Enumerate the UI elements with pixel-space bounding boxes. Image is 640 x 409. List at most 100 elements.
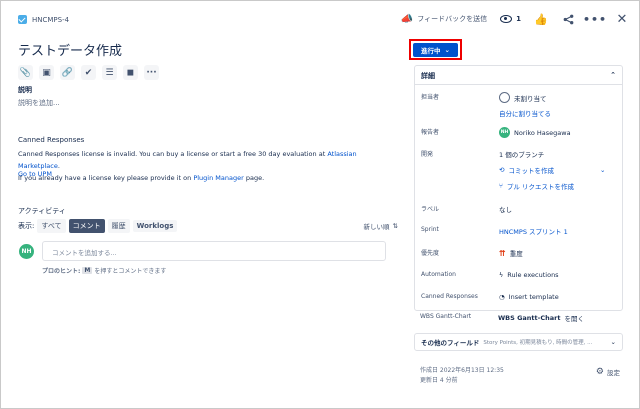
description-field[interactable]: 説明を追加...	[18, 98, 60, 108]
other-fields-label: その他のフィールド	[421, 339, 480, 347]
priority-row: 優先度 ⇈ 重度	[421, 248, 618, 259]
priority-high-icon: ⇈	[499, 248, 506, 258]
status-button[interactable]: 進行中 ⌄	[413, 43, 458, 57]
automation-text: Rule executions	[507, 271, 559, 279]
chevron-down-icon: ⌄	[444, 46, 450, 54]
pull-request-icon: ⑂	[499, 182, 503, 190]
attachment-icon[interactable]: 📎	[18, 65, 33, 80]
labels-label: ラベル	[421, 206, 440, 213]
chevron-down-icon[interactable]: ⌄	[600, 166, 605, 174]
feedback-label: フィードバックを送信	[417, 15, 488, 23]
thumbs-up-icon[interactable]: 👍	[534, 12, 548, 26]
more-options-icon[interactable]: •••	[583, 12, 606, 26]
goto-upm-link[interactable]: Go to UPM	[18, 170, 52, 178]
insert-template-text: Insert template	[508, 293, 559, 301]
lightning-icon: ϟ	[499, 271, 504, 279]
details-header[interactable]: 詳細 ⌃	[415, 66, 622, 85]
create-pr-text: プル リクエストを作成	[506, 183, 574, 191]
priority-label: 優先度	[421, 250, 440, 257]
settings-button[interactable]: ⚙ 設定	[596, 367, 620, 377]
reporter-text: Noriko Hasegawa	[514, 128, 571, 137]
canned-text-1-end: .	[57, 162, 60, 170]
sprint-row: Sprint HNCMPS スプリント 1	[421, 226, 618, 236]
plugin-manager-link[interactable]: Plugin Manager	[193, 174, 243, 182]
wbs-value-action: を開く	[564, 315, 584, 323]
assignee-value[interactable]: 未割り当て	[499, 92, 551, 103]
activity-heading: アクティビティ	[18, 207, 66, 215]
labels-value[interactable]: なし	[499, 204, 512, 214]
link-icon[interactable]: 🔗	[60, 65, 75, 80]
task-type-icon	[18, 15, 27, 24]
watch-count: 1	[516, 15, 521, 23]
filter-all[interactable]: すべて	[37, 219, 66, 233]
sprint-value[interactable]: HNCMPS スプリント 1	[499, 226, 568, 236]
settings-label: 設定	[607, 369, 620, 377]
close-icon[interactable]: ✕	[615, 12, 629, 27]
gantt-icon[interactable]: ☰	[102, 65, 117, 80]
child-issue-icon[interactable]: ▣	[39, 65, 54, 80]
development-row: 開発 1 個のブランチ ⟲ コミットを作成 ⌄ ⑂ プル リクエストを作成	[421, 149, 618, 191]
canned-license-message: Canned Responses license is invalid. You…	[18, 148, 398, 184]
watch-button[interactable]: 1	[500, 15, 521, 23]
create-commit-link[interactable]: ⟲ コミットを作成 ⌄	[499, 165, 605, 175]
status-label: 進行中	[421, 47, 441, 55]
share-icon[interactable]	[561, 12, 575, 26]
canned-label: Canned Responses	[421, 293, 478, 300]
create-commit-text: コミットを作成	[508, 167, 554, 175]
avatar: NH	[499, 127, 510, 138]
reporter-row: 報告者 NH Noriko Hasegawa	[421, 127, 618, 138]
filter-worklogs[interactable]: Worklogs	[132, 220, 178, 232]
filter-comments[interactable]: コメント	[68, 219, 105, 233]
filter-history[interactable]: 履歴	[107, 219, 130, 233]
more-tools-icon[interactable]: ···	[144, 65, 159, 80]
details-panel: 詳細 ⌃ 担当者 未割り当て 自分に割り当てる 報告者 NH Noriko Ha…	[414, 65, 623, 311]
protip-suffix: を押すとコメントできます	[94, 268, 167, 275]
issue-title[interactable]: テストデータ作成	[18, 40, 398, 59]
priority-value[interactable]: ⇈ 重度	[499, 248, 523, 259]
issue-view: HNCMPS-4 📣 フィードバックを送信 1 👍 ••• ✕ テストデータ作成…	[0, 0, 640, 409]
assignee-text: 未割り当て	[514, 94, 547, 103]
assign-to-me-link[interactable]: 自分に割り当てる	[499, 108, 551, 118]
canned-heading: Canned Responses	[18, 136, 85, 144]
other-fields-panel[interactable]: その他のフィールド Story Points, 初期見積もり, 時間の管理, .…	[414, 333, 623, 351]
assignee-label: 担当者	[421, 94, 440, 101]
status-highlight: 進行中 ⌄	[409, 39, 462, 60]
reporter-value[interactable]: NH Noriko Hasegawa	[499, 127, 571, 138]
feedback-button[interactable]: 📣 フィードバックを送信	[401, 14, 487, 25]
wbs-row: WBS Gantt-Chart WBS Gantt-Chart を開く	[420, 313, 617, 323]
template-icon[interactable]: ◼	[123, 65, 138, 80]
chevron-up-icon: ⌃	[610, 71, 616, 79]
breadcrumb[interactable]: HNCMPS-4	[18, 15, 69, 24]
comment-input[interactable]: コメントを追加する...	[42, 241, 386, 261]
development-label: 開発	[421, 151, 434, 158]
eye-icon	[500, 15, 513, 23]
unassigned-avatar-icon	[499, 92, 510, 103]
automation-value[interactable]: ϟ Rule executions	[499, 271, 559, 279]
branch-count[interactable]: 1 個のブランチ	[499, 149, 605, 159]
avatar: NH	[19, 244, 34, 259]
activity-filters: 表示: すべて コメント 履歴 Worklogs	[18, 219, 178, 233]
created-date: 作成日 2022年6月13日 12:35	[420, 367, 504, 374]
show-label: 表示:	[18, 222, 35, 230]
sprint-label: Sprint	[421, 226, 439, 233]
canned-text-1: Canned Responses license is invalid. You…	[18, 150, 328, 158]
automation-label: Automation	[421, 271, 456, 278]
issue-key[interactable]: HNCMPS-4	[32, 16, 69, 24]
create-pr-link[interactable]: ⑂ プル リクエストを作成	[499, 181, 605, 191]
labels-row: ラベル なし	[421, 204, 618, 214]
top-actions: 📣 フィードバックを送信 1 👍 ••• ✕	[401, 12, 629, 27]
other-fields-hint: Story Points, 初期見積もり, 時間の管理, ...	[483, 340, 593, 346]
insert-template-button[interactable]: ◔ Insert template	[499, 293, 559, 301]
assignee-row: 担当者 未割り当て 自分に割り当てる	[421, 92, 618, 118]
megaphone-icon: 📣	[400, 13, 414, 25]
issue-toolbar: 📎 ▣ 🔗 ✔ ☰ ◼ ···	[18, 65, 398, 80]
description-heading: 説明	[18, 86, 32, 94]
wbs-label: WBS Gantt-Chart	[420, 313, 472, 320]
sort-label: 新しい順	[363, 223, 390, 231]
checklist-icon[interactable]: ✔	[81, 65, 96, 80]
protip-prefix: プロのヒント:	[42, 268, 81, 275]
priority-text: 重度	[509, 250, 523, 258]
top-bar: HNCMPS-4 📣 フィードバックを送信 1 👍 ••• ✕	[1, 1, 639, 39]
open-wbs-button[interactable]: WBS Gantt-Chart を開く	[498, 313, 584, 323]
sort-toggle[interactable]: 新しい順 ⇅	[364, 221, 398, 231]
